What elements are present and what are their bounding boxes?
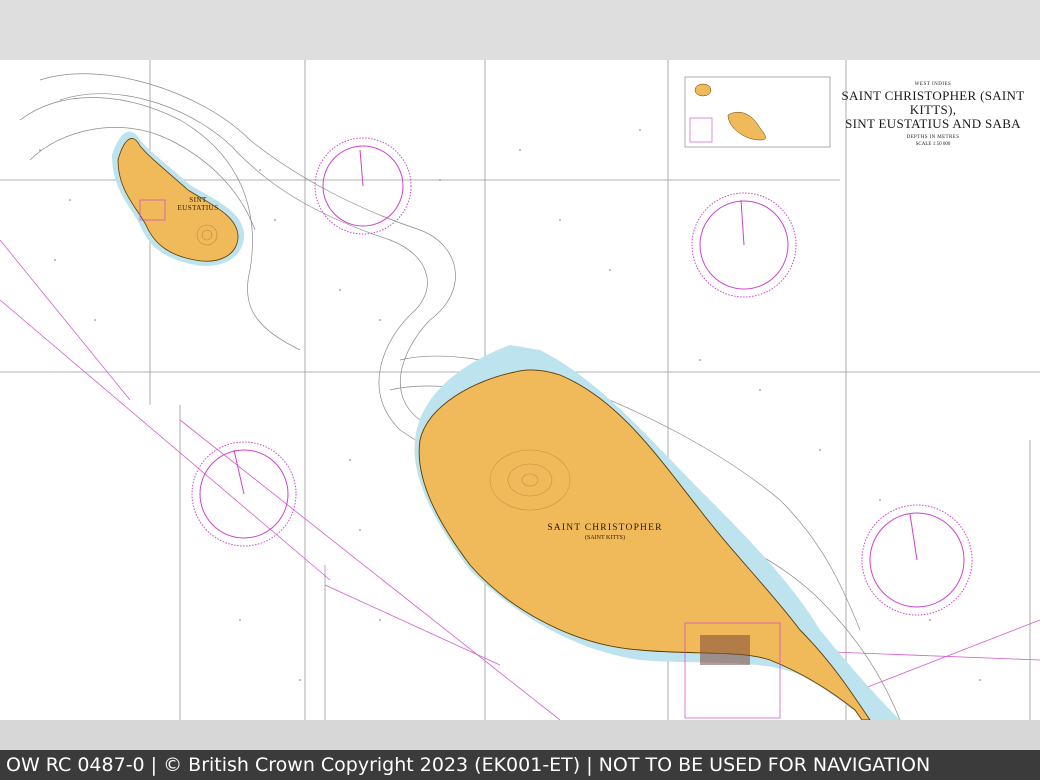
chart-title-block: WEST INDIES SAINT CHRISTOPHER (SAINT KIT… bbox=[838, 82, 1028, 147]
compass-rose bbox=[314, 137, 412, 235]
compass-rose bbox=[191, 441, 297, 547]
compass-rose bbox=[691, 192, 797, 298]
inset-map bbox=[684, 76, 831, 148]
viewer-top-bar bbox=[0, 0, 1040, 60]
chart-canvas bbox=[0, 60, 1040, 720]
chart-scale: SCALE 1:50 000 bbox=[915, 142, 951, 147]
viewer-bottom-bar bbox=[0, 720, 1040, 750]
island-label-line-1: SINT bbox=[189, 196, 207, 204]
chart-title-line-2: SINT EUSTATIUS AND SABA bbox=[845, 116, 1021, 131]
island-label-sint-eustatius: SINT EUSTATIUS bbox=[168, 196, 228, 212]
nautical-chart[interactable]: WEST INDIES SAINT CHRISTOPHER (SAINT KIT… bbox=[0, 60, 1040, 720]
chart-region: WEST INDIES bbox=[914, 82, 952, 87]
chart-depth-units: DEPTHS IN METRES bbox=[906, 135, 960, 140]
island-label-line-2: EUSTATIUS bbox=[177, 204, 219, 212]
chart-title-line-1: SAINT CHRISTOPHER (SAINT KITTS), bbox=[841, 88, 1025, 117]
compass-rose bbox=[861, 504, 973, 616]
island-label-saint-christopher: SAINT CHRISTOPHER bbox=[547, 523, 663, 533]
island-label-saint-kitts: (SAINT KITTS) bbox=[584, 535, 626, 541]
copyright-footer: OW RC 0487-0 | © British Crown Copyright… bbox=[0, 750, 1040, 780]
